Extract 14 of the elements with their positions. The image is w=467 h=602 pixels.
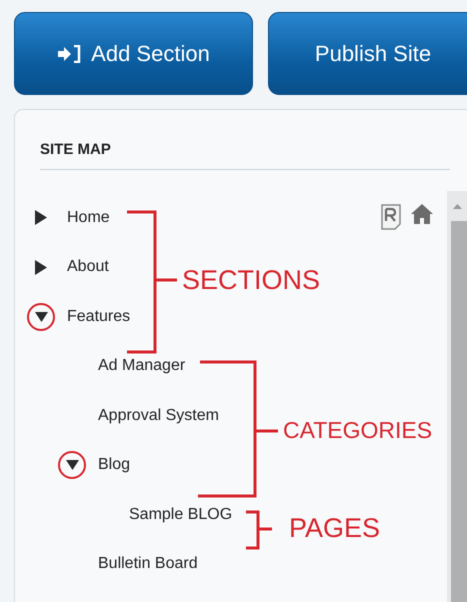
annotation-label: PAGES — [289, 513, 380, 544]
publish-button[interactable]: Publish Site — [268, 12, 467, 95]
tree-item[interactable]: Bulletin Board — [98, 555, 198, 574]
tree-item[interactable]: Features — [67, 308, 130, 326]
annotation-label: CATEGORIES — [283, 417, 432, 444]
tree-item[interactable]: Approval System — [98, 406, 219, 425]
tree-item[interactable]: About — [67, 258, 109, 276]
tree-item[interactable]: Home — [67, 208, 110, 227]
tree-item[interactable]: Ad Manager — [98, 357, 186, 376]
annotation-label: SECTIONS — [182, 265, 320, 296]
add-section-button[interactable]: Add Section — [14, 12, 253, 95]
panel-title: SITE MAP — [39, 140, 112, 160]
tree-item[interactable]: Sample BLOG — [129, 506, 232, 524]
tree-item[interactable]: Blog — [98, 456, 130, 474]
